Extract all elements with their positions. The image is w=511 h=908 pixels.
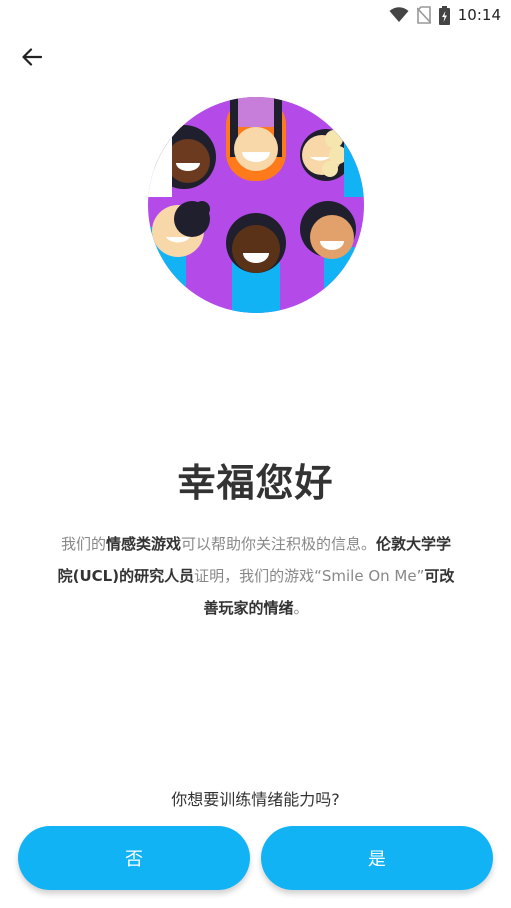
people-illustration xyxy=(148,97,364,313)
yes-button[interactable]: 是 xyxy=(261,826,493,890)
body-text: 证明，我们的游戏“Smile On Me” xyxy=(194,567,425,585)
status-bar: 10:14 xyxy=(0,0,511,30)
highlight-text: 情感类游戏 xyxy=(105,535,181,553)
body-text: 可以帮助你关注积极的信息。 xyxy=(181,535,377,553)
question-text: 你想要训练情绪能力吗? xyxy=(171,790,340,809)
status-time: 10:14 xyxy=(457,6,501,24)
back-button[interactable] xyxy=(14,44,50,74)
battery-charging-icon xyxy=(438,5,450,25)
wifi-icon xyxy=(389,7,409,23)
intro-paragraph: 我们的情感类游戏可以帮助你关注积极的信息。伦敦大学学院(UCL)的研究人员证明，… xyxy=(56,528,456,624)
arrow-left-icon xyxy=(22,48,43,70)
no-sim-icon xyxy=(416,6,431,24)
body-text: 。 xyxy=(293,599,309,617)
no-button[interactable]: 否 xyxy=(18,826,250,890)
body-text: 我们的 xyxy=(60,535,106,553)
page-title: 幸福您好 xyxy=(177,461,334,505)
onboarding-screen: 10:14 幸福您好 我们的情感类游戏可以帮助你关注积极的信息。伦敦大学学院(U… xyxy=(0,0,511,908)
